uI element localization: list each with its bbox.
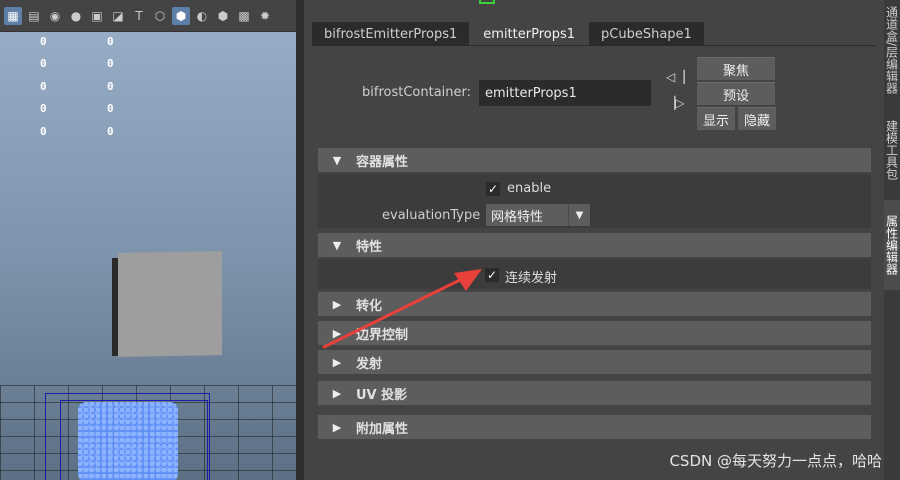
tab-bifrost-emitter-props[interactable]: bifrostEmitterProps1 bbox=[312, 22, 470, 46]
right-side-tabs: 通道盒/层编辑器 建模工具包 属性编辑器 bbox=[884, 0, 900, 480]
continuous-emission-checkbox[interactable]: ✓ bbox=[485, 268, 499, 282]
frame-icon[interactable]: ▣ bbox=[88, 7, 106, 25]
hud-value: 0 bbox=[40, 34, 47, 48]
collapsed-triangle-icon: ▶ bbox=[332, 420, 342, 434]
hud-row: 00 bbox=[30, 30, 150, 53]
evaluation-type-value: 网格特性 bbox=[491, 209, 544, 225]
focus-button[interactable]: 聚焦 bbox=[697, 57, 775, 80]
selection-marker bbox=[479, 0, 495, 4]
container-label: bifrostContainer: bbox=[362, 85, 472, 100]
hud-row: 00 bbox=[30, 120, 150, 143]
load-right-icon[interactable]: ▕▷ bbox=[666, 96, 684, 110]
hud-value: 0 bbox=[107, 34, 114, 48]
collapsed-triangle-icon: ▶ bbox=[332, 355, 342, 369]
panel-splitter[interactable] bbox=[296, 0, 304, 480]
camera-filled-icon[interactable]: ● bbox=[67, 7, 85, 25]
hud-value: 0 bbox=[107, 124, 114, 138]
load-left-icon[interactable]: ◁▕ bbox=[666, 70, 684, 84]
tab-divider bbox=[312, 45, 876, 46]
hud-value: 0 bbox=[40, 57, 47, 71]
watermark-text: CSDN @每天努力一点点，哈哈 bbox=[669, 452, 882, 470]
chevron-down-icon: ▼ bbox=[568, 204, 590, 226]
shaded-cube-icon[interactable]: ⬢ bbox=[172, 6, 190, 25]
preset-button[interactable]: 预设 bbox=[697, 82, 775, 105]
section-title: 附加属性 bbox=[356, 421, 409, 437]
section-properties[interactable]: ▼ 特性 bbox=[318, 233, 871, 257]
container-input[interactable]: emitterProps1 bbox=[479, 80, 651, 106]
attribute-editor: bifrostEmitterProps1 emitterProps1 pCube… bbox=[304, 0, 884, 480]
viewport-panel[interactable]: ▦ ▤ ◉ ● ▣ ◪ T ⬡ ⬢ ◐ ⬢ ▩ ✹ 00 00 00 00 00 bbox=[0, 0, 296, 480]
annotation-arrow bbox=[322, 269, 482, 349]
emitter-particles-object[interactable] bbox=[78, 402, 178, 480]
grid-icon[interactable]: ▦ bbox=[4, 6, 22, 25]
hud-value: 0 bbox=[107, 102, 114, 116]
section-emission[interactable]: ▶ 发射 bbox=[318, 350, 871, 374]
sphere-icon[interactable]: ◐ bbox=[193, 7, 211, 25]
section-uv-projection[interactable]: ▶ UV 投影 bbox=[318, 381, 871, 405]
evaluation-type-label: evaluationType bbox=[382, 208, 481, 223]
hud-row: 00 bbox=[30, 53, 150, 76]
enable-label: enable bbox=[507, 181, 552, 196]
hud-value: 0 bbox=[107, 57, 114, 71]
hide-button[interactable]: 隐藏 bbox=[738, 107, 776, 130]
viewport-toolbar: ▦ ▤ ◉ ● ▣ ◪ T ⬡ ⬢ ◐ ⬢ ▩ ✹ bbox=[0, 0, 296, 32]
grey-cube-object[interactable] bbox=[118, 251, 222, 357]
tab-emitter-props[interactable]: emitterProps1 bbox=[471, 22, 588, 46]
node-tabs: bifrostEmitterProps1 emitterProps1 pCube… bbox=[312, 22, 704, 46]
wire-cube-icon[interactable]: ⬡ bbox=[151, 7, 169, 25]
checker-icon[interactable]: ▩ bbox=[235, 7, 253, 25]
camera-icon[interactable]: ◉ bbox=[46, 7, 64, 25]
evaluation-type-select[interactable]: 网格特性 ▼ bbox=[486, 204, 590, 226]
text-icon[interactable]: T bbox=[130, 7, 148, 25]
hud-value: 0 bbox=[40, 102, 47, 116]
section-container-attrs[interactable]: ▼ 容器属性 bbox=[318, 148, 871, 172]
section-title: 特性 bbox=[356, 239, 383, 255]
collapsed-triangle-icon: ▶ bbox=[332, 386, 342, 400]
hud-stats: 00 00 00 00 00 bbox=[30, 30, 150, 143]
light-icon[interactable]: ✹ bbox=[256, 7, 274, 25]
show-button[interactable]: 显示 bbox=[697, 107, 735, 130]
tab-pcube-shape[interactable]: pCubeShape1 bbox=[589, 22, 704, 46]
film-icon[interactable]: ▤ bbox=[25, 7, 43, 25]
textured-cube-icon[interactable]: ⬢ bbox=[214, 7, 232, 25]
section-title: UV 投影 bbox=[356, 387, 408, 403]
expanded-triangle-icon: ▼ bbox=[332, 238, 342, 252]
hud-row: 00 bbox=[30, 98, 150, 121]
section-title: 容器属性 bbox=[356, 154, 409, 170]
hud-value: 0 bbox=[40, 124, 47, 138]
section-title: 发射 bbox=[356, 356, 383, 372]
hud-value: 0 bbox=[40, 79, 47, 93]
tab-channel-box[interactable]: 通道盒/层编辑器 bbox=[884, 0, 900, 100]
continuous-emission-label: 连续发射 bbox=[505, 271, 558, 286]
enable-checkbox[interactable]: ✓ bbox=[486, 182, 500, 196]
tab-attribute-editor[interactable]: 属性编辑器 bbox=[884, 200, 900, 290]
image-icon[interactable]: ◪ bbox=[109, 7, 127, 25]
tab-modeling-toolkit[interactable]: 建模工具包 bbox=[884, 105, 900, 195]
expanded-triangle-icon: ▼ bbox=[332, 153, 342, 167]
hud-row: 00 bbox=[30, 75, 150, 98]
hud-value: 0 bbox=[107, 79, 114, 93]
section-extra-attrs[interactable]: ▶ 附加属性 bbox=[318, 415, 871, 439]
